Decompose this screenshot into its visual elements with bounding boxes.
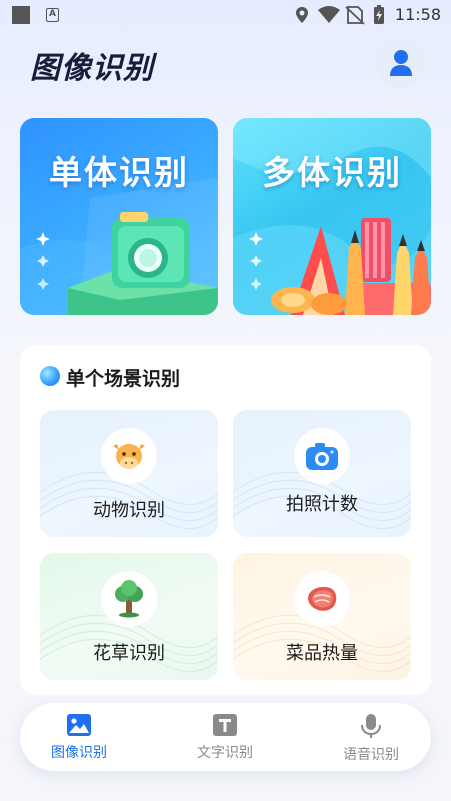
tile-plant-recognition[interactable]: 花草识别 — [40, 553, 218, 680]
tree-icon — [115, 580, 143, 618]
keyboard-notification-icon: A — [46, 8, 59, 22]
single-scene-section: 单个场景识别 动物识别 拍照计数 花草识别 菜品热量 — [20, 345, 431, 695]
page-title: 图像识别 — [30, 51, 154, 86]
nav-tab-image-recognition[interactable]: 图像识别 — [24, 713, 134, 763]
status-icons — [296, 5, 384, 25]
meat-icon — [308, 587, 337, 611]
multi-object-recognition-card[interactable]: 多体识别 — [233, 118, 431, 315]
app-notification-icon — [12, 6, 30, 24]
tile-label: 菜品热量 — [286, 643, 358, 664]
tile-label: 花草识别 — [93, 643, 165, 664]
location-icon — [296, 7, 308, 23]
battery-icon — [374, 5, 384, 24]
tile-animal-recognition[interactable]: 动物识别 — [40, 410, 218, 537]
user-icon — [390, 50, 412, 76]
tile-icon-circle — [294, 571, 350, 627]
nav-tab-voice-recognition[interactable]: 语音识别 — [316, 713, 426, 763]
single-object-recognition-card[interactable]: 单体识别 — [20, 118, 218, 315]
tile-label: 动物识别 — [93, 500, 165, 521]
wifi-icon — [318, 6, 340, 23]
tile-dish-calories[interactable]: 菜品热量 — [233, 553, 411, 680]
cow-icon — [113, 444, 145, 469]
tile-icon-circle — [101, 428, 157, 484]
nav-tab-text-recognition[interactable]: 文字识别 — [170, 713, 280, 763]
tile-label: 拍照计数 — [286, 494, 358, 515]
bottom-navigation: 图像识别 文字识别 语音识别 — [20, 703, 431, 771]
clock: 11:58 — [394, 5, 441, 24]
nav-label: 文字识别 — [197, 745, 253, 761]
tile-icon-circle — [294, 428, 350, 484]
banner-title: 单体识别 — [49, 153, 189, 192]
tile-photo-counting[interactable]: 拍照计数 — [233, 410, 411, 537]
tile-icon-circle — [101, 571, 157, 627]
microphone-icon — [361, 714, 381, 738]
text-icon — [213, 714, 237, 736]
profile-button[interactable] — [376, 38, 426, 88]
status-bar: A 11:58 — [0, 0, 451, 30]
section-dot-icon — [40, 366, 60, 386]
nav-label: 图像识别 — [51, 745, 107, 761]
section-title: 单个场景识别 — [66, 368, 181, 390]
image-icon — [67, 714, 91, 736]
camera-icon — [306, 443, 338, 470]
banner-title: 多体识别 — [262, 153, 402, 192]
nav-label: 语音识别 — [343, 747, 399, 763]
no-sim-icon — [345, 6, 365, 25]
